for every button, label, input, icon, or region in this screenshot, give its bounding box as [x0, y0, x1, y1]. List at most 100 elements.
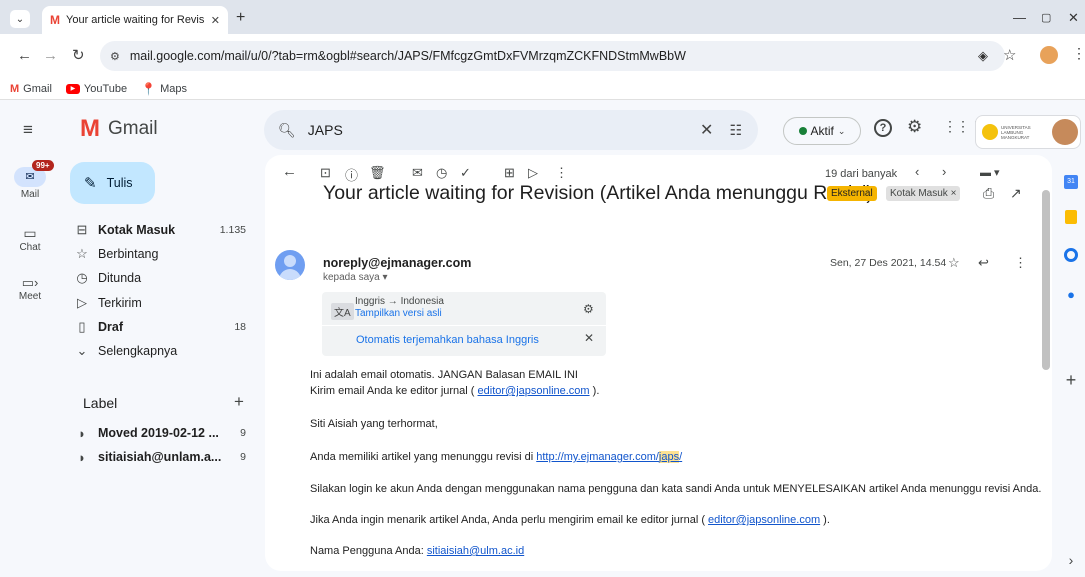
add-addon-icon[interactable]: +: [1057, 370, 1085, 391]
tasks-icon[interactable]: [1057, 248, 1085, 267]
body-username: Nama Pengguna Anda: sitiaisiah@ulm.ac.id: [310, 545, 525, 557]
body-para-withdraw: Jika Anda ingin menarik artikel Anda, An…: [310, 514, 830, 526]
search-icon[interactable]: 🔍︎: [278, 122, 296, 139]
inbox-badge[interactable]: Kotak Masuk ×: [886, 186, 961, 201]
address-bar[interactable]: ⚙ mail.google.com/mail/u/0/?tab=rm&ogbl#…: [100, 41, 1005, 71]
show-original-link[interactable]: Tampilkan versi asli: [355, 308, 442, 319]
youtube-icon: ▶: [65, 83, 80, 94]
recipient-dropdown[interactable]: kepada saya ▾: [323, 272, 388, 283]
eye-icon[interactable]: ◈: [978, 48, 988, 64]
minimize-icon[interactable]: —: [1013, 10, 1026, 25]
label-item-moved[interactable]: ◗ Moved 2019-02-12 ... 9: [64, 421, 264, 445]
star-message-icon[interactable]: ☆: [948, 255, 960, 271]
status-button[interactable]: Aktif ⌄: [783, 117, 861, 145]
sidebar-item-snoozed[interactable]: ◷ Ditunda: [64, 266, 264, 290]
bookmark-maps[interactable]: 📍 Maps: [141, 82, 187, 96]
label-icon[interactable]: ▷: [528, 165, 538, 181]
search-options-icon[interactable]: ☷: [729, 122, 742, 139]
browser-tab[interactable]: M Your article waiting for Revision ✕: [42, 6, 228, 34]
rail-label-meet: Meet: [18, 291, 42, 302]
tab-list-chevron-icon[interactable]: ⌄: [10, 10, 30, 28]
gmail-icon: M: [10, 82, 20, 95]
message-more-icon[interactable]: ⋮: [1014, 255, 1027, 271]
editor-email-link[interactable]: editor@japsonline.com: [478, 385, 590, 397]
main-menu-icon[interactable]: ≡: [23, 120, 33, 140]
calendar-icon[interactable]: 31: [1057, 170, 1085, 189]
org-account-chip[interactable]: UNIVERSITAS LAMBUNG MANGKURAT: [975, 115, 1081, 149]
sidebar-item-sent[interactable]: ▷ Terkirim: [64, 291, 264, 315]
expand-panel-icon[interactable]: ›: [1057, 552, 1085, 568]
compose-label: Tulis: [106, 176, 133, 190]
ejmanager-link[interactable]: http://my.ejmanager.com/japs/: [536, 451, 682, 463]
bookmark-star-icon[interactable]: ☆: [1003, 46, 1016, 64]
username-link[interactable]: sitiaisiah@ulm.ac.id: [427, 545, 524, 557]
bookmark-gmail[interactable]: M Gmail: [10, 83, 52, 95]
back-icon[interactable]: ←: [17, 47, 32, 64]
contacts-icon[interactable]: ●: [1057, 286, 1085, 304]
keep-icon[interactable]: [1057, 210, 1085, 229]
rail-chat[interactable]: ▭ Chat: [0, 225, 60, 253]
snooze-icon[interactable]: ◷: [436, 165, 447, 181]
email-date: Sen, 27 Des 2021, 14.54: [830, 257, 947, 269]
chat-icon: ▭: [23, 225, 37, 241]
move-to-icon[interactable]: ⊞: [504, 165, 515, 181]
sidebar-item-more[interactable]: ⌄ Selengkapnya: [64, 339, 264, 363]
search-input[interactable]: JAPS: [308, 122, 700, 138]
star-icon: ☆: [76, 246, 88, 261]
input-tools-icon[interactable]: ▬ ▾: [980, 166, 1000, 179]
clear-search-icon[interactable]: ✕: [700, 120, 713, 140]
bookmark-youtube[interactable]: ▶ YouTube: [65, 83, 127, 95]
email-subject: Your article waiting for Revision (Artik…: [323, 182, 873, 204]
settings-icon[interactable]: ⚙: [907, 117, 922, 137]
help-icon[interactable]: ?: [874, 119, 892, 137]
scrollbar-thumb[interactable]: [1042, 190, 1050, 370]
translate-langs: Inggris → Indonesia: [355, 296, 444, 307]
body-line-contact: Kirim email Anda ke editor jurnal ( edit…: [310, 385, 600, 397]
remove-label-icon[interactable]: ×: [951, 188, 957, 199]
close-tab-icon[interactable]: ✕: [211, 14, 220, 27]
reload-icon[interactable]: ↻: [72, 46, 85, 64]
newer-icon[interactable]: ‹: [915, 164, 919, 179]
restore-icon[interactable]: ▢: [1041, 11, 1051, 24]
rail-label-chat: Chat: [19, 242, 41, 253]
sidebar-item-inbox[interactable]: ⊟ Kotak Masuk 1.135: [64, 218, 264, 242]
gmail-logo[interactable]: M Gmail: [80, 117, 158, 141]
browser-menu-icon[interactable]: ⋮: [1072, 45, 1085, 62]
account-avatar[interactable]: [1052, 119, 1078, 145]
forward-icon[interactable]: →: [43, 47, 58, 64]
rail-mail[interactable]: ✉ Mail: [0, 167, 60, 200]
window-close-icon[interactable]: ✕: [1068, 10, 1079, 26]
compose-button[interactable]: ✎ Tulis: [70, 162, 155, 204]
delete-icon[interactable]: 🗑︎: [369, 165, 386, 181]
translate-lang-icon: 文A: [331, 303, 354, 320]
mark-unread-icon[interactable]: ✉: [412, 165, 423, 181]
sidebar-item-drafts[interactable]: ▯ Draf 18: [64, 315, 264, 339]
translate-divider: [322, 325, 606, 326]
older-icon[interactable]: ›: [942, 164, 946, 179]
label-item-sitiaisiah[interactable]: ◗ sitiaisiah@unlam.a... 9: [64, 445, 264, 469]
more-options-icon[interactable]: ⋮: [555, 165, 568, 181]
auto-translate-link[interactable]: Otomatis terjemahkan bahasa Inggris: [356, 334, 539, 346]
rail-meet[interactable]: ▭› Meet: [0, 275, 60, 302]
new-tab-icon[interactable]: +: [236, 9, 245, 27]
add-label-icon[interactable]: +: [234, 392, 244, 412]
search-bar[interactable]: 🔍︎ JAPS ✕ ☷: [264, 110, 758, 150]
print-icon[interactable]: ⎙: [983, 185, 994, 202]
site-settings-icon[interactable]: ⚙: [110, 50, 120, 63]
unread-badge: 99+: [32, 160, 54, 171]
add-task-icon[interactable]: ✓: [460, 165, 471, 181]
archive-icon[interactable]: ⊡: [320, 165, 331, 181]
editor-email-link-2[interactable]: editor@japsonline.com: [708, 514, 820, 526]
body-para-revision: Anda memiliki artikel yang menunggu revi…: [310, 451, 683, 463]
sidebar-item-starred[interactable]: ☆ Berbintang: [64, 242, 264, 266]
translate-settings-icon[interactable]: ⚙: [583, 302, 594, 316]
app-name: Gmail: [108, 118, 158, 139]
profile-avatar[interactable]: [1040, 46, 1058, 64]
external-badge: Eksternal: [827, 186, 877, 201]
labels-heading: Label: [83, 395, 118, 411]
back-to-list-icon[interactable]: ←: [282, 163, 297, 180]
sender-avatar[interactable]: [275, 250, 305, 280]
new-window-icon[interactable]: ↗: [1010, 185, 1022, 202]
reply-icon[interactable]: ↩: [978, 255, 989, 271]
close-translate-icon[interactable]: ✕: [584, 331, 594, 345]
